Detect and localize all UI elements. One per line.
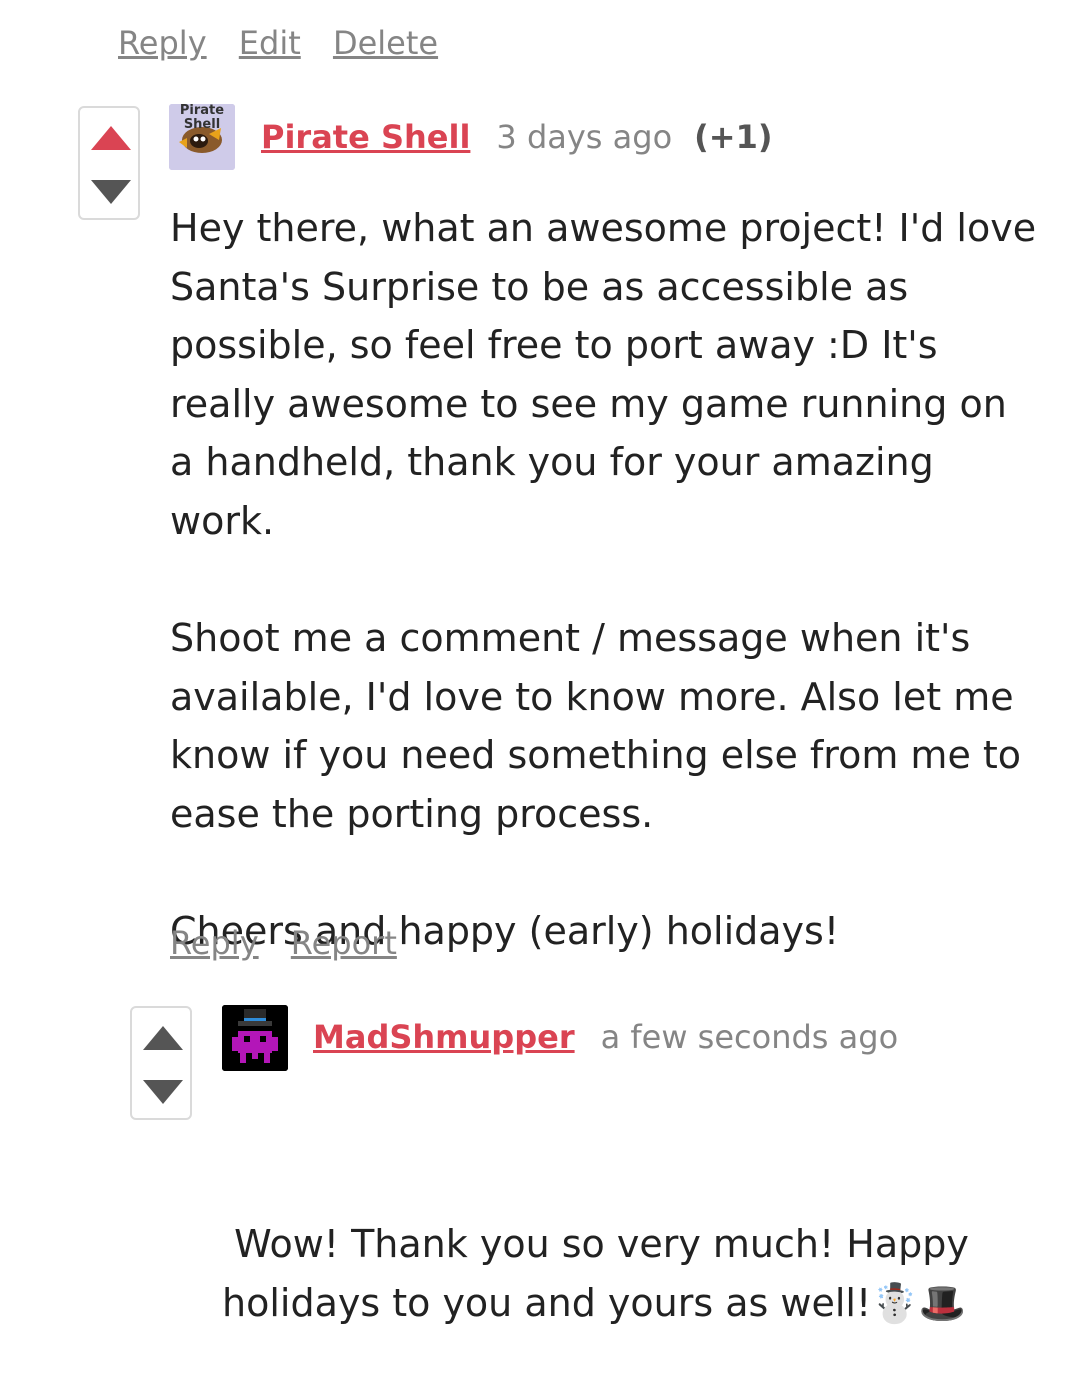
- comment-header: MadShmupper a few seconds ago: [313, 1018, 920, 1056]
- madshmupper-avatar-icon: [222, 1005, 288, 1071]
- comment-body: Wow! Thank you so very much! Happy holid…: [222, 1098, 982, 1391]
- avatar-madshmupper[interactable]: [222, 1005, 288, 1071]
- score-badge: (+1): [694, 118, 773, 156]
- edit-link[interactable]: Edit: [239, 24, 301, 62]
- downvote-arrow-icon[interactable]: [143, 1080, 183, 1104]
- report-link[interactable]: Report: [291, 924, 397, 962]
- timestamp: 3 days ago: [496, 118, 673, 156]
- comment-paragraph: Wow! Thank you so very much! Happy holid…: [222, 1222, 981, 1325]
- upvote-arrow-icon[interactable]: [91, 126, 131, 150]
- comment-header: Pirate Shell 3 days ago (+1): [261, 118, 772, 156]
- author-link[interactable]: Pirate Shell: [261, 118, 470, 156]
- delete-link[interactable]: Delete: [333, 24, 438, 62]
- upvote-arrow-icon[interactable]: [143, 1026, 183, 1050]
- comment-actions: Reply Report: [170, 924, 419, 962]
- comment-paragraph: Shoot me a comment / message when it's a…: [170, 616, 1022, 836]
- downvote-arrow-icon[interactable]: [91, 180, 131, 204]
- vote-box: [78, 106, 140, 220]
- timestamp: a few seconds ago: [600, 1018, 899, 1056]
- author-link[interactable]: MadShmupper: [313, 1018, 575, 1056]
- top-actions: Reply Edit Delete: [118, 24, 460, 62]
- reply-link[interactable]: Reply: [170, 924, 259, 962]
- avatar-pirate-shell[interactable]: Pirate Shell: [169, 104, 235, 170]
- comment-paragraph: Hey there, what an awesome project! I'd …: [170, 206, 1037, 543]
- avatar-text: Pirate Shell: [179, 104, 225, 132]
- comment-body: Hey there, what an awesome project! I'd …: [170, 199, 1040, 961]
- reply-link[interactable]: Reply: [118, 24, 207, 62]
- vote-box: [130, 1006, 192, 1120]
